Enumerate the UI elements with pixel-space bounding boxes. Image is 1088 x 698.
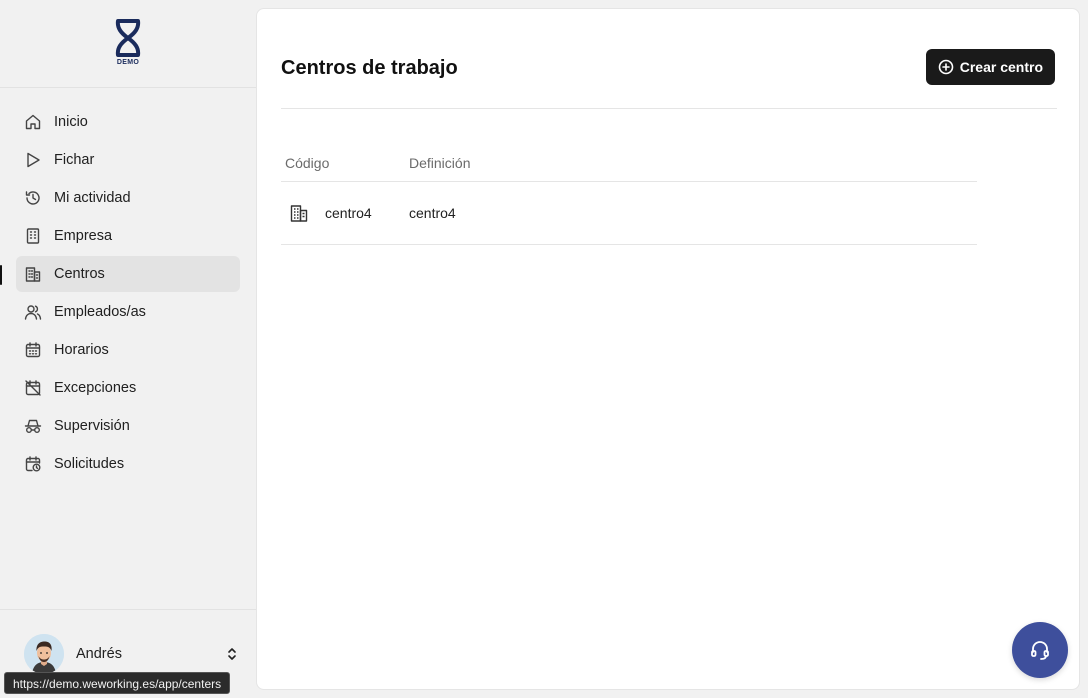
sidebar-item-label: Fichar — [54, 152, 95, 168]
avatar — [24, 634, 64, 674]
sidebar-item-label: Empresa — [54, 228, 113, 244]
sidebar-item-label: Supervisión — [54, 418, 130, 434]
calendar-icon — [24, 341, 42, 359]
logo[interactable]: DEMO — [0, 0, 256, 88]
calendar-clock-icon — [24, 455, 42, 473]
plus-circle-icon — [938, 59, 954, 75]
sidebar-item-solicitudes[interactable]: Solicitudes — [16, 446, 240, 482]
column-header-definicion[interactable]: Definición — [409, 155, 470, 171]
cell-definicion: centro4 — [409, 205, 456, 221]
sidebar-item-empleados[interactable]: Empleados/as — [16, 294, 240, 330]
sidebar: DEMO Inicio Fichar Mi actividad Empresa … — [0, 0, 256, 698]
buildings-icon — [289, 203, 309, 223]
table-header: Código Definición — [281, 145, 977, 182]
history-icon — [24, 189, 42, 207]
logo-label: DEMO — [116, 59, 140, 66]
sidebar-item-label: Centros — [54, 266, 105, 282]
page-title: Centros de trabajo — [281, 57, 458, 79]
centers-table: Código Definición centro4 centro4 — [281, 145, 977, 245]
buildings-icon — [24, 265, 42, 283]
incognito-icon — [24, 417, 42, 435]
sidebar-item-label: Excepciones — [54, 380, 137, 396]
sidebar-item-label: Horarios — [54, 342, 109, 358]
logo-icon — [115, 19, 141, 57]
sidebar-item-centros[interactable]: Centros — [16, 256, 240, 292]
sidebar-item-excepciones[interactable]: Excepciones — [16, 370, 240, 406]
active-nav-indicator — [0, 265, 2, 285]
sidebar-item-label: Inicio — [54, 114, 88, 130]
sidebar-item-fichar[interactable]: Fichar — [16, 142, 240, 178]
header-divider — [281, 108, 1057, 109]
headset-icon — [1031, 641, 1049, 660]
sidebar-nav: Inicio Fichar Mi actividad Empresa Centr… — [16, 104, 240, 484]
chevron-up-down-icon[interactable] — [224, 646, 240, 662]
sidebar-item-horarios[interactable]: Horarios — [16, 332, 240, 368]
user-name: Andrés — [76, 646, 122, 662]
building-icon — [24, 227, 42, 245]
cell-codigo-text: centro4 — [325, 205, 372, 221]
sidebar-item-label: Solicitudes — [54, 456, 125, 472]
column-header-codigo[interactable]: Código — [281, 155, 409, 171]
status-bar-url: https://demo.weworking.es/app/centers — [4, 672, 231, 694]
sidebar-item-supervision[interactable]: Supervisión — [16, 408, 240, 444]
help-button[interactable] — [1012, 622, 1068, 678]
create-center-button[interactable]: Crear centro — [925, 49, 1055, 85]
create-center-label: Crear centro — [959, 59, 1043, 75]
calendar-off-icon — [24, 379, 42, 397]
sidebar-item-empresa[interactable]: Empresa — [16, 218, 240, 254]
table-row[interactable]: centro4 centro4 — [281, 182, 977, 245]
user-switcher[interactable]: Andrés — [24, 634, 240, 674]
users-icon — [24, 303, 42, 321]
play-icon — [24, 151, 42, 169]
sidebar-item-label: Empleados/as — [54, 304, 146, 320]
sidebar-item-label: Mi actividad — [54, 190, 131, 206]
home-icon — [24, 113, 42, 131]
main-panel: Centros de trabajo Crear centro Código D… — [256, 8, 1080, 690]
app-root: DEMO Inicio Fichar Mi actividad Empresa … — [0, 0, 1088, 698]
sidebar-item-inicio[interactable]: Inicio — [16, 104, 240, 140]
sidebar-item-mi-actividad[interactable]: Mi actividad — [16, 180, 240, 216]
cell-codigo: centro4 — [281, 203, 409, 223]
